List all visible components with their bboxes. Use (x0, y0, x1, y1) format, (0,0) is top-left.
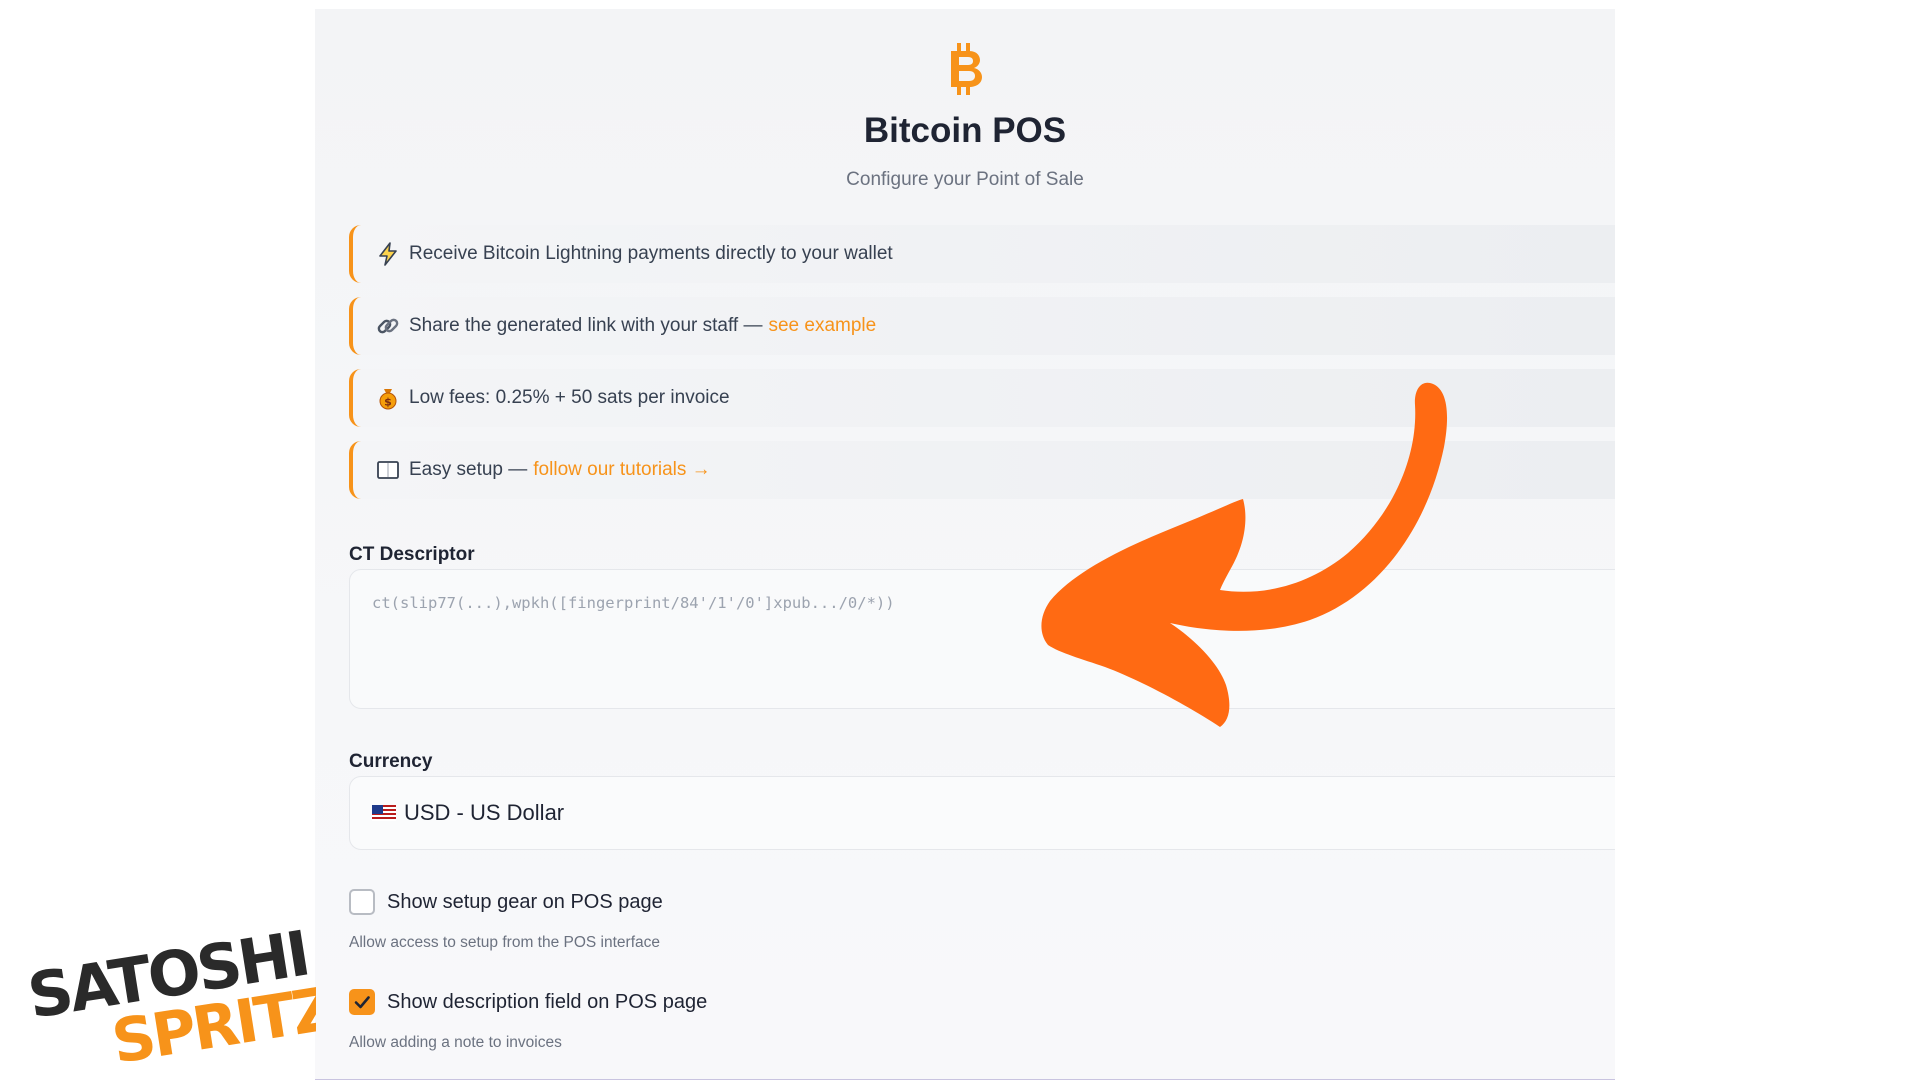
description-field-hint: Allow adding a note to invoices (349, 1034, 562, 1051)
orange-arrow-overlay (1041, 382, 1448, 727)
page-title: Bitcoin POS (863, 111, 1067, 150)
see-example-link[interactable]: see example (768, 315, 876, 337)
feature-text: Receive Bitcoin Lightning payments direc… (409, 243, 893, 264)
money-bag-icon: $ (375, 385, 401, 411)
setup-gear-hint: Allow access to setup from the POS inter… (349, 934, 660, 951)
setup-gear-checkbox[interactable] (349, 889, 375, 915)
description-field-label[interactable]: Show description field on POS page (387, 991, 707, 1014)
link-icon (375, 313, 401, 339)
book-icon (375, 457, 401, 483)
svg-text:$: $ (384, 396, 392, 409)
currency-select[interactable]: USD - US Dollar (349, 776, 1615, 850)
feature-text: Easy setup — (409, 459, 528, 480)
feature-lightning: Receive Bitcoin Lightning payments direc… (349, 225, 1615, 283)
feature-share-link: Share the generated link with your staff… (349, 297, 1615, 355)
currency-label: Currency (349, 751, 433, 772)
feature-text: Low fees: 0.25% + 50 sats per invoice (409, 387, 730, 408)
currency-selected-value: USD - US Dollar (404, 800, 565, 825)
bitcoin-icon (951, 43, 982, 95)
description-field-checkbox[interactable] (349, 989, 375, 1015)
us-flag-icon (372, 805, 396, 821)
tutorials-link[interactable]: follow our tutorials → (533, 459, 710, 481)
feature-text: Share the generated link with your staff… (409, 315, 763, 336)
ct-descriptor-placeholder: ct(slip77(...),wpkh([fingerprint/84'/1'/… (372, 594, 895, 612)
screen: Bitcoin POS Configure your Point of Sale… (0, 0, 1920, 1080)
lightning-icon (375, 241, 401, 267)
checkmark-icon (354, 996, 370, 1009)
ct-descriptor-label: CT Descriptor (349, 544, 475, 565)
setup-gear-label[interactable]: Show setup gear on POS page (387, 891, 663, 914)
page-subtitle: Configure your Point of Sale (846, 169, 1084, 190)
satoshi-spritz-logo: SATOSHI SPRITZ (26, 918, 316, 1068)
